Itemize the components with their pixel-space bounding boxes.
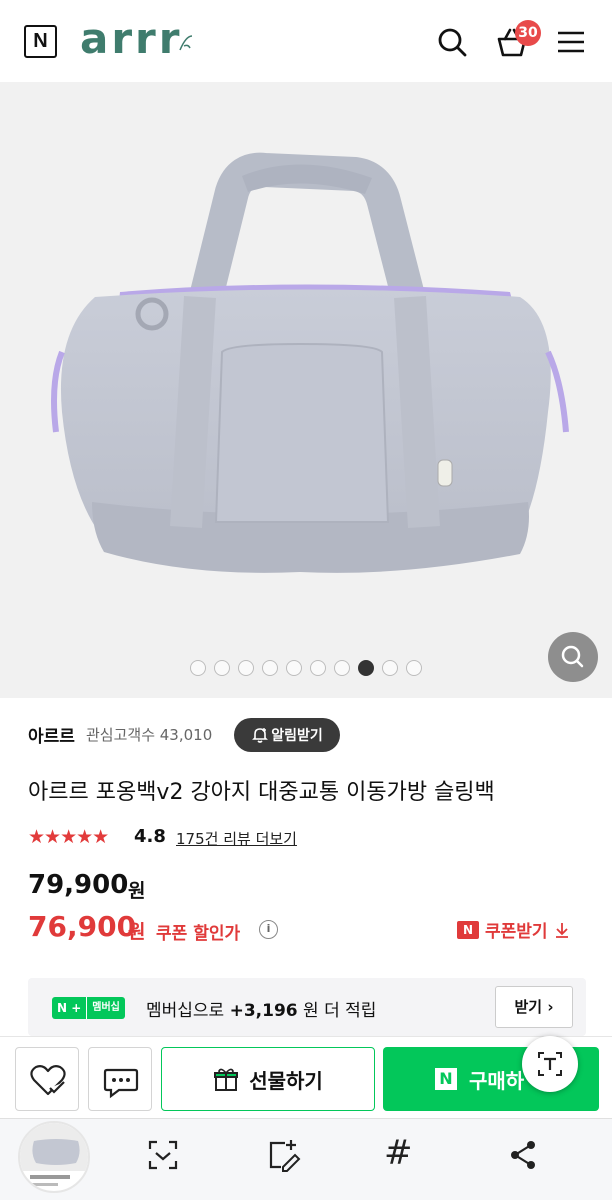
brand-flourish-icon <box>179 35 193 51</box>
alarm-button[interactable]: 알림받기 <box>234 718 340 752</box>
receive-points-label: 받기 <box>514 998 543 1016</box>
store-fans-count: 관심고객수 43,010 <box>86 726 213 744</box>
store-name[interactable]: 아르르 <box>28 722 75 747</box>
receive-points-button[interactable]: 받기 › <box>495 986 573 1028</box>
sale-price: 76,900 <box>28 910 137 943</box>
product-title: 아르르 포옹백v2 강아지 대중교통 이동가방 슬링백 <box>28 780 495 805</box>
membership-banner: N + 멤버십 멤버십으로 +3,196 원 더 적립 받기 › <box>28 978 586 1036</box>
reviews-link[interactable]: 175건 리뷰 더보기 <box>176 828 297 849</box>
magnifier-icon <box>561 645 584 668</box>
gallery-dot[interactable] <box>382 660 398 676</box>
chat-bubble-icon <box>103 1068 139 1099</box>
original-price: 79,900 <box>28 870 129 900</box>
product-photo-bag <box>51 152 569 573</box>
original-price-unit: 원 <box>128 880 146 902</box>
gallery-dot[interactable] <box>262 660 278 676</box>
menu-icon[interactable] <box>553 24 589 60</box>
membership-badge-text: 멤버십 <box>86 997 125 1019</box>
share-icon[interactable] <box>505 1137 541 1173</box>
alarm-button-label: 알림받기 <box>271 728 323 744</box>
gift-button[interactable]: 선물하기 <box>161 1047 375 1111</box>
tab-thumbnail[interactable] <box>18 1121 90 1193</box>
naver-pay-badge: N <box>435 1068 457 1090</box>
talk-talk-button[interactable] <box>88 1047 152 1111</box>
gallery-dot[interactable] <box>310 660 326 676</box>
heart-check-icon <box>30 1065 66 1096</box>
coupon-price-label: 쿠폰 할인가 <box>156 924 241 944</box>
chevron-right-icon: › <box>547 998 554 1016</box>
membership-points: +3,196 <box>229 1001 298 1021</box>
text-scan-icon <box>538 1052 562 1076</box>
gallery-dot[interactable] <box>238 660 254 676</box>
purchase-bar: 선물하기 N 구매하 <box>0 1036 612 1116</box>
naver-home-logo[interactable]: N <box>24 25 57 58</box>
gallery-dot[interactable] <box>190 660 206 676</box>
membership-text-suffix: 원 더 적립 <box>297 1001 377 1021</box>
sale-price-unit: 원 <box>128 921 146 943</box>
rating-score: 4.8 <box>134 826 166 847</box>
gift-icon <box>214 1068 239 1091</box>
text-recognition-button[interactable] <box>522 1036 578 1092</box>
search-icon[interactable] <box>434 24 470 60</box>
download-icon <box>555 922 568 938</box>
gallery-pagination <box>0 660 612 678</box>
product-image[interactable] <box>0 82 612 698</box>
gallery-dot[interactable] <box>214 660 230 676</box>
gallery-dot[interactable] <box>286 660 302 676</box>
membership-points-text: 멤버십으로 +3,196 원 더 적립 <box>146 996 376 1021</box>
add-note-icon[interactable] <box>265 1137 301 1173</box>
wishlist-button[interactable] <box>15 1047 79 1111</box>
buy-button-label: 구매하 <box>469 1068 525 1093</box>
hashtag-icon[interactable]: # <box>384 1133 413 1173</box>
membership-badge: N + 멤버십 <box>52 997 125 1019</box>
gallery-dot[interactable] <box>334 660 350 676</box>
gallery-dot-active[interactable] <box>358 660 374 676</box>
bell-plus-icon <box>252 728 269 743</box>
gift-button-label: 선물하기 <box>249 1068 323 1093</box>
top-header: N arrr 30 <box>0 0 612 82</box>
gallery-dot[interactable] <box>406 660 422 676</box>
coupon-download-button[interactable]: N 쿠폰받기 <box>457 917 570 942</box>
browser-toolbar: # <box>0 1118 612 1200</box>
zoom-button[interactable] <box>548 632 598 682</box>
scan-icon[interactable] <box>145 1137 181 1173</box>
coupon-download-label: 쿠폰받기 <box>485 922 548 942</box>
cart-count-badge: 30 <box>515 20 541 46</box>
membership-badge-n: N + <box>52 997 87 1019</box>
store-brand-logo[interactable]: arrr <box>80 14 182 63</box>
page-thumbnail <box>20 1123 88 1186</box>
rating-stars: ★★★★★ <box>28 826 109 848</box>
info-icon[interactable]: i <box>259 920 278 939</box>
naver-coupon-badge: N <box>457 920 479 939</box>
membership-text-prefix: 멤버십으로 <box>146 1001 230 1021</box>
